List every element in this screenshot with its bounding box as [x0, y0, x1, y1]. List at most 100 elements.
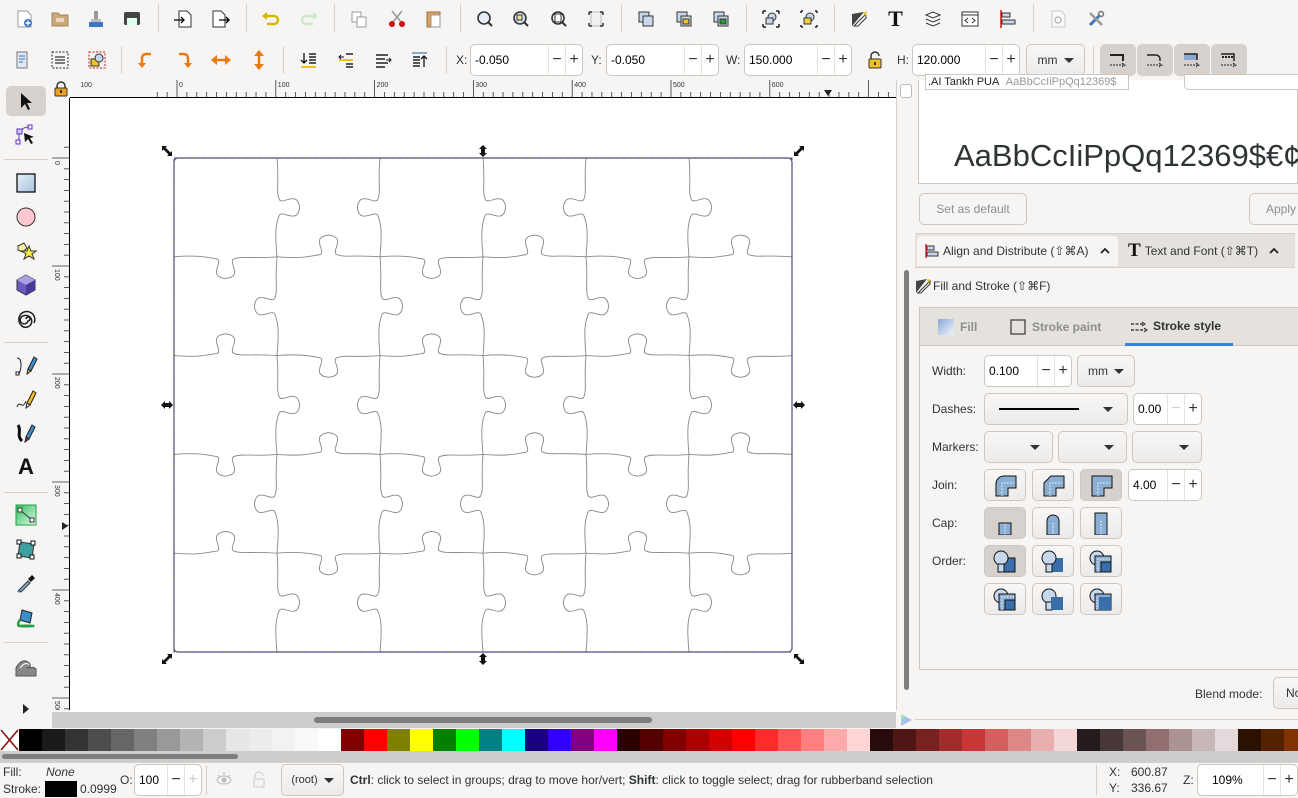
color-swatch[interactable]: [479, 729, 502, 751]
tab-fill[interactable]: Fill: [938, 308, 977, 346]
raise-to-top-button[interactable]: [401, 44, 438, 76]
scale-corners-toggle[interactable]: [1137, 44, 1173, 76]
vertical-scrollbar[interactable]: [896, 80, 915, 720]
opacity-value[interactable]: 100: [135, 773, 167, 787]
color-swatch[interactable]: [571, 729, 594, 751]
tool-bezier[interactable]: [6, 350, 46, 380]
mid-marker-select[interactable]: [1058, 431, 1127, 463]
blend-mode-select[interactable]: No: [1273, 677, 1298, 709]
order-markers-stroke-fill-button[interactable]: [1032, 583, 1074, 615]
join-miter-button[interactable]: [1080, 469, 1122, 501]
w-value[interactable]: 150.000: [745, 53, 817, 67]
flip-vertical-button[interactable]: [240, 44, 277, 76]
x-value[interactable]: -0.050: [471, 53, 548, 67]
xml-editor-button[interactable]: [951, 3, 988, 35]
horizontal-scroll-thumb[interactable]: [314, 717, 652, 723]
tool-node[interactable]: [6, 120, 46, 150]
puzzle-group[interactable]: [173, 157, 793, 653]
color-swatch[interactable]: [226, 729, 249, 751]
h-value[interactable]: 120.000: [913, 53, 985, 67]
color-swatch[interactable]: [824, 729, 847, 751]
opacity-decrement[interactable]: −: [167, 765, 184, 795]
tool-tweak[interactable]: [6, 652, 46, 682]
scale-handle[interactable]: [162, 146, 172, 156]
w-increment-button[interactable]: +: [834, 45, 851, 75]
join-bevel-button[interactable]: [1032, 469, 1074, 501]
layers-button[interactable]: [914, 3, 951, 35]
color-swatch[interactable]: [134, 729, 157, 751]
y-value[interactable]: -0.050: [607, 53, 684, 67]
scale-handle[interactable]: [794, 654, 804, 664]
stroke-width-field[interactable]: 0.100 − +: [984, 355, 1072, 387]
h-field[interactable]: 120.000 − +: [912, 44, 1020, 76]
paste-button[interactable]: [415, 3, 452, 35]
color-swatch[interactable]: [1192, 729, 1215, 751]
scale-handle[interactable]: [162, 654, 172, 664]
import-button[interactable]: [164, 3, 201, 35]
rotate-cw-button[interactable]: [165, 44, 202, 76]
end-marker-select[interactable]: [1132, 431, 1202, 463]
dash-offset-increment[interactable]: +: [1184, 394, 1201, 424]
duplicate-button[interactable]: [627, 3, 664, 35]
tool-paint-bucket[interactable]: [6, 602, 46, 632]
tab-text-font[interactable]: T Text and Font (⇧⌘T): [1120, 236, 1293, 266]
set-as-default-button[interactable]: Set as default: [919, 193, 1027, 225]
tool-dropper[interactable]: [6, 568, 46, 598]
scale-handle[interactable]: [794, 146, 804, 156]
open-button[interactable]: [41, 3, 78, 35]
lower-button[interactable]: [327, 44, 364, 76]
x-decrement-button[interactable]: −: [548, 45, 565, 75]
dash-offset-field[interactable]: 0.00 − +: [1133, 393, 1202, 425]
zoom-value[interactable]: 109%: [1198, 773, 1263, 787]
tool-calligraphy[interactable]: [6, 418, 46, 448]
h-increment-button[interactable]: +: [1002, 45, 1019, 75]
scale-handle[interactable]: [793, 401, 805, 409]
order-fill-stroke-markers-button[interactable]: [1032, 545, 1074, 577]
color-swatch[interactable]: [525, 729, 548, 751]
miter-limit-increment[interactable]: +: [1184, 470, 1201, 500]
color-swatch[interactable]: [962, 729, 985, 751]
tool-star[interactable]: [6, 236, 46, 266]
color-swatch[interactable]: [157, 729, 180, 751]
color-swatch[interactable]: [410, 729, 433, 751]
cut-button[interactable]: [378, 3, 415, 35]
color-swatch[interactable]: [893, 729, 916, 751]
ungroup-button[interactable]: [790, 3, 827, 35]
scale-handle[interactable]: [161, 401, 173, 409]
color-swatch[interactable]: [295, 729, 318, 751]
color-swatch[interactable]: [594, 729, 617, 751]
color-swatch[interactable]: [1169, 729, 1192, 751]
unit-select[interactable]: mm: [1026, 44, 1085, 76]
select-all-layers-button[interactable]: [41, 44, 78, 76]
tool-selector[interactable]: [6, 86, 46, 116]
chevron-up-icon[interactable]: [1099, 246, 1111, 256]
color-swatch[interactable]: [318, 729, 341, 751]
order-fill-markers-stroke-button[interactable]: [1080, 583, 1122, 615]
color-swatch[interactable]: [1146, 729, 1169, 751]
copy-button[interactable]: [340, 3, 377, 35]
opacity-increment[interactable]: +: [184, 765, 201, 795]
swatch-none[interactable]: [0, 729, 19, 751]
chevron-up-icon[interactable]: [1268, 246, 1280, 256]
opacity-field[interactable]: 100 − +: [134, 764, 202, 796]
font-list-item[interactable]: .AI Tankh PUA AaBbCcIiPpQq12369$: [925, 74, 1129, 90]
color-swatch[interactable]: [847, 729, 870, 751]
stroke-width-increment[interactable]: +: [1054, 356, 1071, 386]
text-font-button[interactable]: T: [877, 3, 914, 35]
zoom-in-button[interactable]: +: [1280, 765, 1297, 795]
y-decrement-button[interactable]: −: [684, 45, 701, 75]
new-document-button[interactable]: [5, 3, 42, 35]
start-marker-select[interactable]: [984, 431, 1053, 463]
zoom-page-width-button[interactable]: [577, 3, 614, 35]
color-swatch[interactable]: [1077, 729, 1100, 751]
w-decrement-button[interactable]: −: [817, 45, 834, 75]
puzzle-drawing[interactable]: [70, 98, 896, 712]
horizontal-ruler[interactable]: 100 0 100 200 300 400 500 600: [70, 80, 896, 98]
stroke-swatch[interactable]: [45, 781, 77, 797]
zoom-selection-button[interactable]: [466, 3, 503, 35]
color-manage-toggle[interactable]: [896, 710, 915, 729]
deselect-button[interactable]: [78, 44, 115, 76]
fill-value[interactable]: None: [46, 765, 75, 779]
lower-to-bottom-button[interactable]: [290, 44, 327, 76]
tool-pencil[interactable]: [6, 384, 46, 414]
